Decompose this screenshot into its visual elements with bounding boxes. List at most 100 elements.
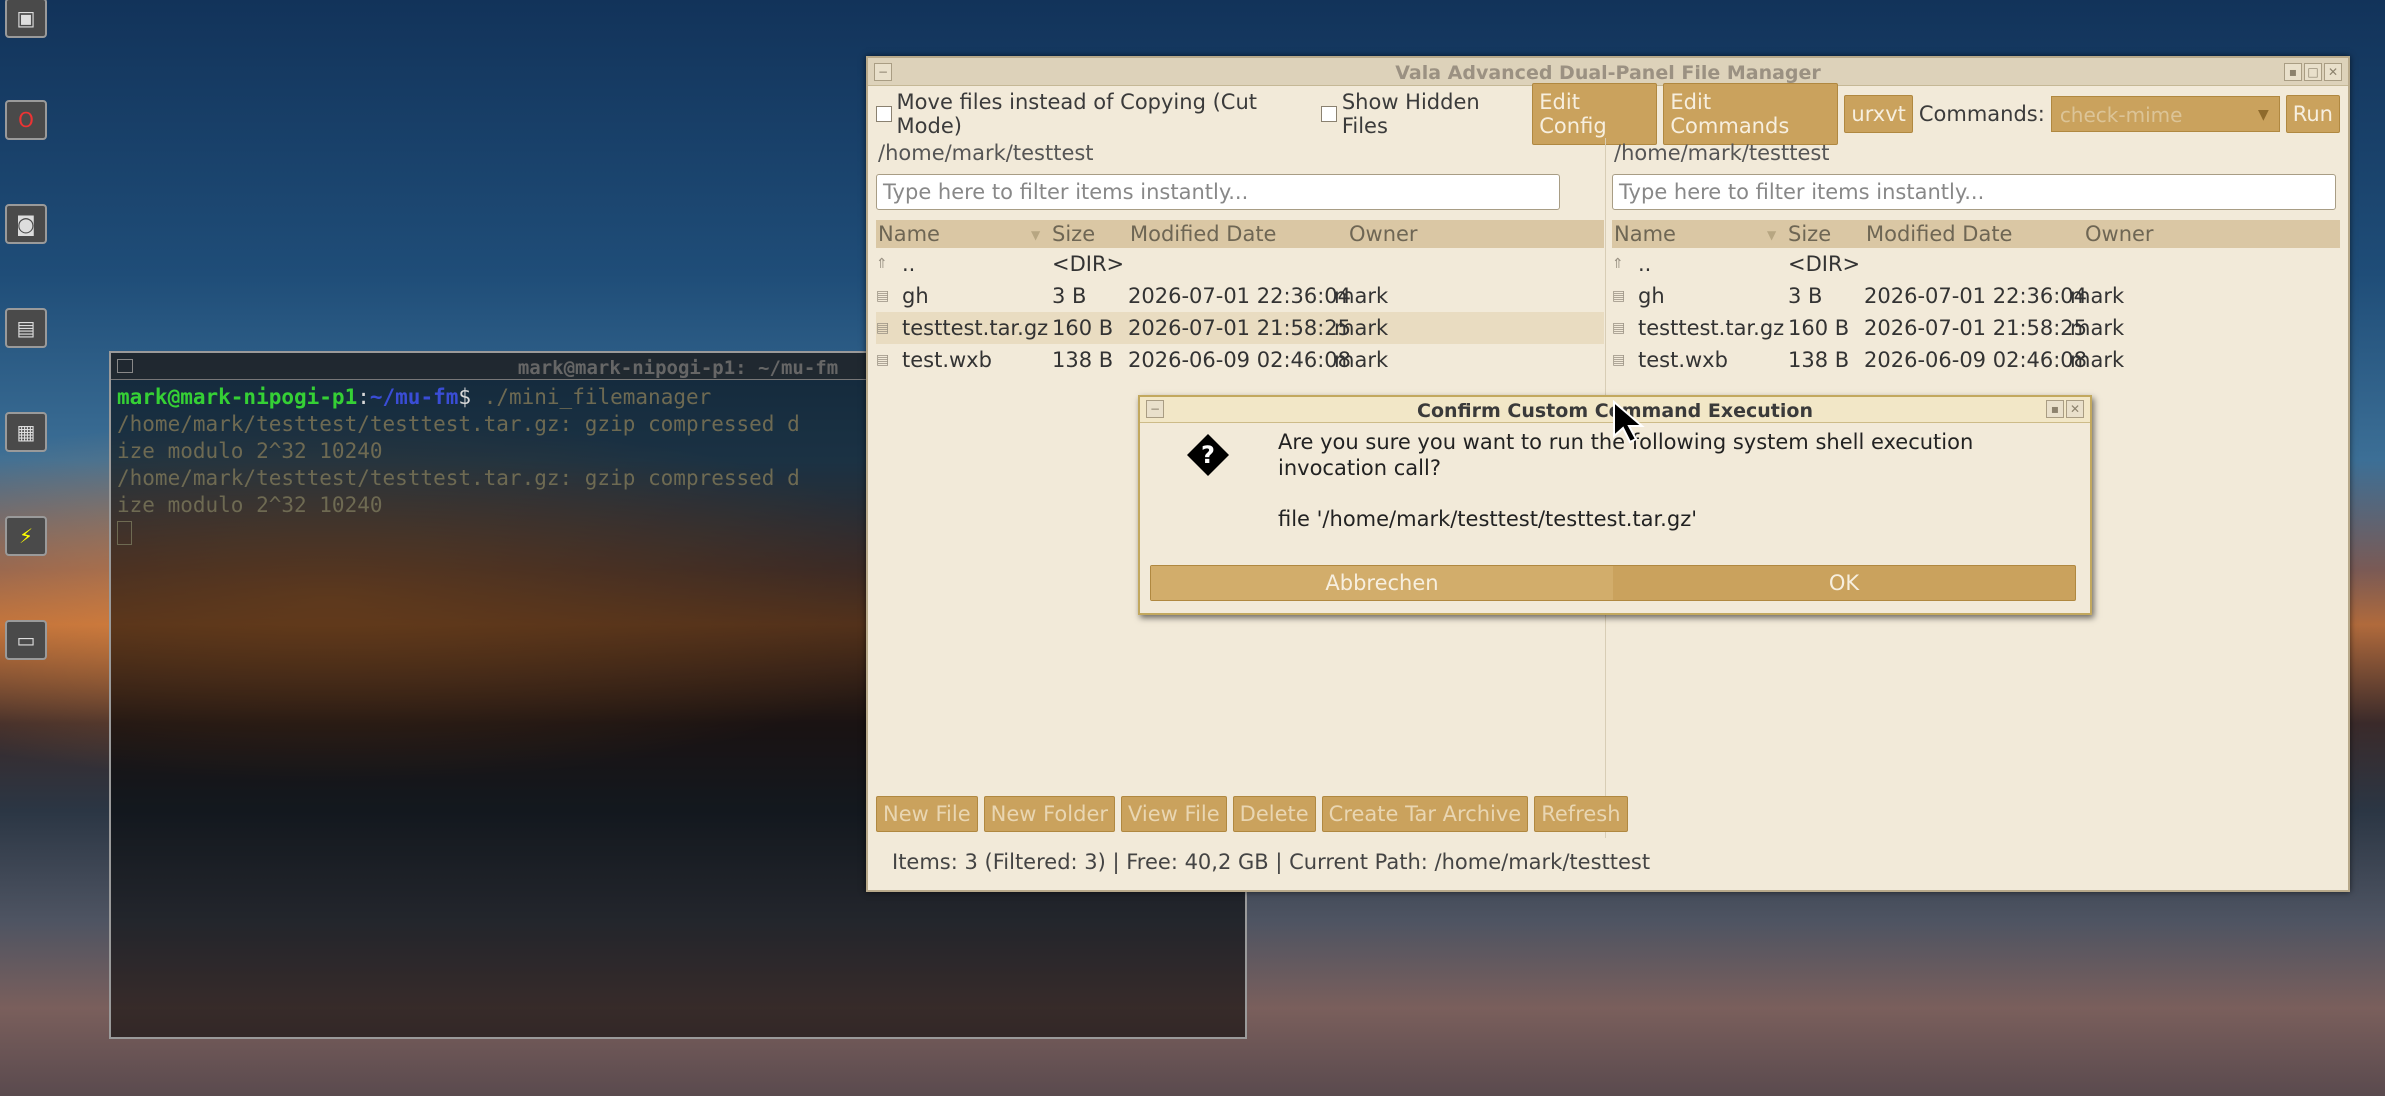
col-name[interactable]: Name bbox=[1614, 222, 1676, 246]
dialog-buttons: Abbrechen OK bbox=[1150, 565, 2076, 601]
urxvt-button[interactable]: urxvt bbox=[1844, 95, 1913, 133]
fm-action-bar: New File New Folder View File Delete Cre… bbox=[876, 796, 1628, 832]
status-bar: Items: 3 (Filtered: 3) | Free: 40,2 GB |… bbox=[892, 850, 1651, 874]
ok-button[interactable]: OK bbox=[1613, 566, 2075, 600]
calculator-icon[interactable]: ▦ bbox=[0, 406, 52, 458]
table-row[interactable]: ⇑ .. <DIR> bbox=[876, 248, 1604, 280]
file-size: 160 B bbox=[1052, 316, 1114, 340]
file-icon: ▤ bbox=[1612, 288, 1626, 304]
drive-icon[interactable]: ▤ bbox=[0, 302, 52, 354]
col-date[interactable]: Modified Date bbox=[1130, 222, 1276, 246]
terminal-line: /home/mark/testtest/testtest.tar.gz: gzi… bbox=[117, 466, 800, 490]
close-icon[interactable]: ✕ bbox=[2324, 63, 2342, 81]
file-icon: ▤ bbox=[876, 320, 890, 336]
table-row[interactable]: ⇑ .. <DIR> bbox=[1612, 248, 2340, 280]
power-icon[interactable]: ⚡ bbox=[0, 510, 52, 562]
fm-toolbar: Move files instead of Copying (Cut Mode)… bbox=[876, 83, 2340, 145]
commands-label: Commands: bbox=[1918, 102, 2045, 126]
move-files-label: Move files instead of Copying (Cut Mode) bbox=[896, 90, 1257, 138]
file-date: 2026-06-09 02:46:08 bbox=[1864, 348, 2088, 372]
opera-icon[interactable]: O bbox=[0, 94, 52, 146]
checkbox-box[interactable] bbox=[876, 106, 892, 122]
file-owner: mark bbox=[1334, 348, 1389, 372]
new-folder-button[interactable]: New Folder bbox=[983, 796, 1116, 832]
display-icon[interactable]: ▭ bbox=[0, 614, 52, 666]
right-filter-input[interactable]: Type here to filter items instantly... bbox=[1612, 174, 2336, 210]
delete-button[interactable]: Delete bbox=[1232, 796, 1316, 832]
prompt-path: ~/mu-fm bbox=[369, 385, 459, 409]
commands-selected: check-mime bbox=[2059, 103, 2183, 127]
file-size: <DIR> bbox=[1788, 252, 1861, 276]
move-files-checkbox[interactable]: Move files instead of Copying (Cut Mode) bbox=[876, 90, 1315, 138]
show-hidden-checkbox[interactable]: Show Hidden Files bbox=[1321, 90, 1526, 138]
camera-icon[interactable]: ◙ bbox=[0, 198, 52, 250]
fm-titlebar[interactable]: − Vala Advanced Dual-Panel File Manager … bbox=[868, 58, 2348, 86]
parent-dir-icon: ⇑ bbox=[1612, 256, 1624, 272]
table-row[interactable]: ▤ test.wxb 138 B 2026-06-09 02:46:08 mar… bbox=[876, 344, 1604, 376]
terminal-command: ./mini_filemanager bbox=[471, 385, 712, 409]
file-size: 138 B bbox=[1052, 348, 1114, 372]
dialog-command: file '/home/mark/testtest/testtest.tar.g… bbox=[1278, 507, 1697, 531]
col-owner[interactable]: Owner bbox=[2085, 222, 2154, 246]
file-size: 3 B bbox=[1052, 284, 1087, 308]
show-hidden-label: Show Hidden Files bbox=[1341, 90, 1480, 138]
file-owner: mark bbox=[1334, 284, 1389, 308]
minimize-icon[interactable]: ▪ bbox=[2046, 400, 2064, 418]
col-owner[interactable]: Owner bbox=[1349, 222, 1418, 246]
commands-select[interactable]: check-mime ▼ bbox=[2050, 96, 2280, 132]
view-file-button[interactable]: View File bbox=[1121, 796, 1227, 832]
file-icon: ▤ bbox=[1612, 320, 1626, 336]
maximize-icon[interactable]: □ bbox=[2304, 63, 2322, 81]
prompt-end: $ bbox=[458, 385, 472, 409]
col-size[interactable]: Size bbox=[1052, 222, 1095, 246]
col-name[interactable]: Name bbox=[878, 222, 940, 246]
table-row[interactable]: ▤ testtest.tar.gz 160 B 2026-07-01 21:58… bbox=[1612, 312, 2340, 344]
cancel-button[interactable]: Abbrechen bbox=[1151, 566, 1613, 600]
file-date: 2026-07-01 21:58:25 bbox=[1128, 316, 1352, 340]
left-column-header: Name ▼ Size Modified Date Owner bbox=[876, 220, 1604, 248]
left-file-list: ⇑ .. <DIR> ▤ gh 3 B 2026-07-01 22:36:04 … bbox=[876, 248, 1604, 376]
table-row[interactable]: ▤ gh 3 B 2026-07-01 22:36:04 mark bbox=[876, 280, 1604, 312]
file-date: 2026-06-09 02:46:08 bbox=[1128, 348, 1352, 372]
file-name: test.wxb bbox=[902, 348, 992, 372]
right-column-header: Name ▼ Size Modified Date Owner bbox=[1612, 220, 2340, 248]
table-row-selected[interactable]: ▤ testtest.tar.gz 160 B 2026-07-01 21:58… bbox=[876, 312, 1604, 344]
file-owner: mark bbox=[2070, 316, 2125, 340]
terminal-line: /home/mark/testtest/testtest.tar.gz: gzi… bbox=[117, 412, 800, 436]
new-file-button[interactable]: New File bbox=[876, 796, 978, 832]
run-button[interactable]: Run bbox=[2285, 95, 2340, 133]
file-name: .. bbox=[902, 252, 916, 276]
prompt-user: mark@mark-nipogi-p1 bbox=[117, 385, 358, 409]
file-size: 3 B bbox=[1788, 284, 1823, 308]
right-file-list: ⇑ .. <DIR> ▤ gh 3 B 2026-07-01 22:36:04 … bbox=[1612, 248, 2340, 376]
file-name: testtest.tar.gz bbox=[902, 316, 1049, 340]
file-name: gh bbox=[1638, 284, 1665, 308]
close-icon[interactable]: ✕ bbox=[2066, 400, 2084, 418]
create-tar-button[interactable]: Create Tar Archive bbox=[1321, 796, 1529, 832]
terminal-icon[interactable]: ▣ bbox=[0, 0, 52, 44]
edit-commands-button[interactable]: Edit Commands bbox=[1663, 83, 1839, 145]
file-icon: ▤ bbox=[1612, 352, 1626, 368]
terminal-cursor bbox=[117, 521, 132, 545]
parent-dir-icon: ⇑ bbox=[876, 256, 888, 272]
file-date: 2026-07-01 22:36:04 bbox=[1864, 284, 2088, 308]
col-size[interactable]: Size bbox=[1788, 222, 1831, 246]
minimize-icon[interactable]: ▪ bbox=[2284, 63, 2302, 81]
file-date: 2026-07-01 22:36:04 bbox=[1128, 284, 1352, 308]
table-row[interactable]: ▤ gh 3 B 2026-07-01 22:36:04 mark bbox=[1612, 280, 2340, 312]
file-size: <DIR> bbox=[1052, 252, 1125, 276]
fm-title: Vala Advanced Dual-Panel File Manager bbox=[1395, 62, 1821, 84]
table-row[interactable]: ▤ test.wxb 138 B 2026-06-09 02:46:08 mar… bbox=[1612, 344, 2340, 376]
left-filter-input[interactable]: Type here to filter items instantly... bbox=[876, 174, 1560, 210]
refresh-button[interactable]: Refresh bbox=[1534, 796, 1628, 832]
file-name: test.wxb bbox=[1638, 348, 1728, 372]
file-icon: ▤ bbox=[876, 352, 890, 368]
checkbox-box[interactable] bbox=[1321, 106, 1337, 122]
left-path: /home/mark/testtest bbox=[878, 141, 1094, 165]
prompt-separator: : bbox=[357, 385, 370, 409]
edit-config-button[interactable]: Edit Config bbox=[1532, 83, 1658, 145]
file-date: 2026-07-01 21:58:25 bbox=[1864, 316, 2088, 340]
col-date[interactable]: Modified Date bbox=[1866, 222, 2012, 246]
file-name: .. bbox=[1638, 252, 1652, 276]
file-size: 138 B bbox=[1788, 348, 1850, 372]
